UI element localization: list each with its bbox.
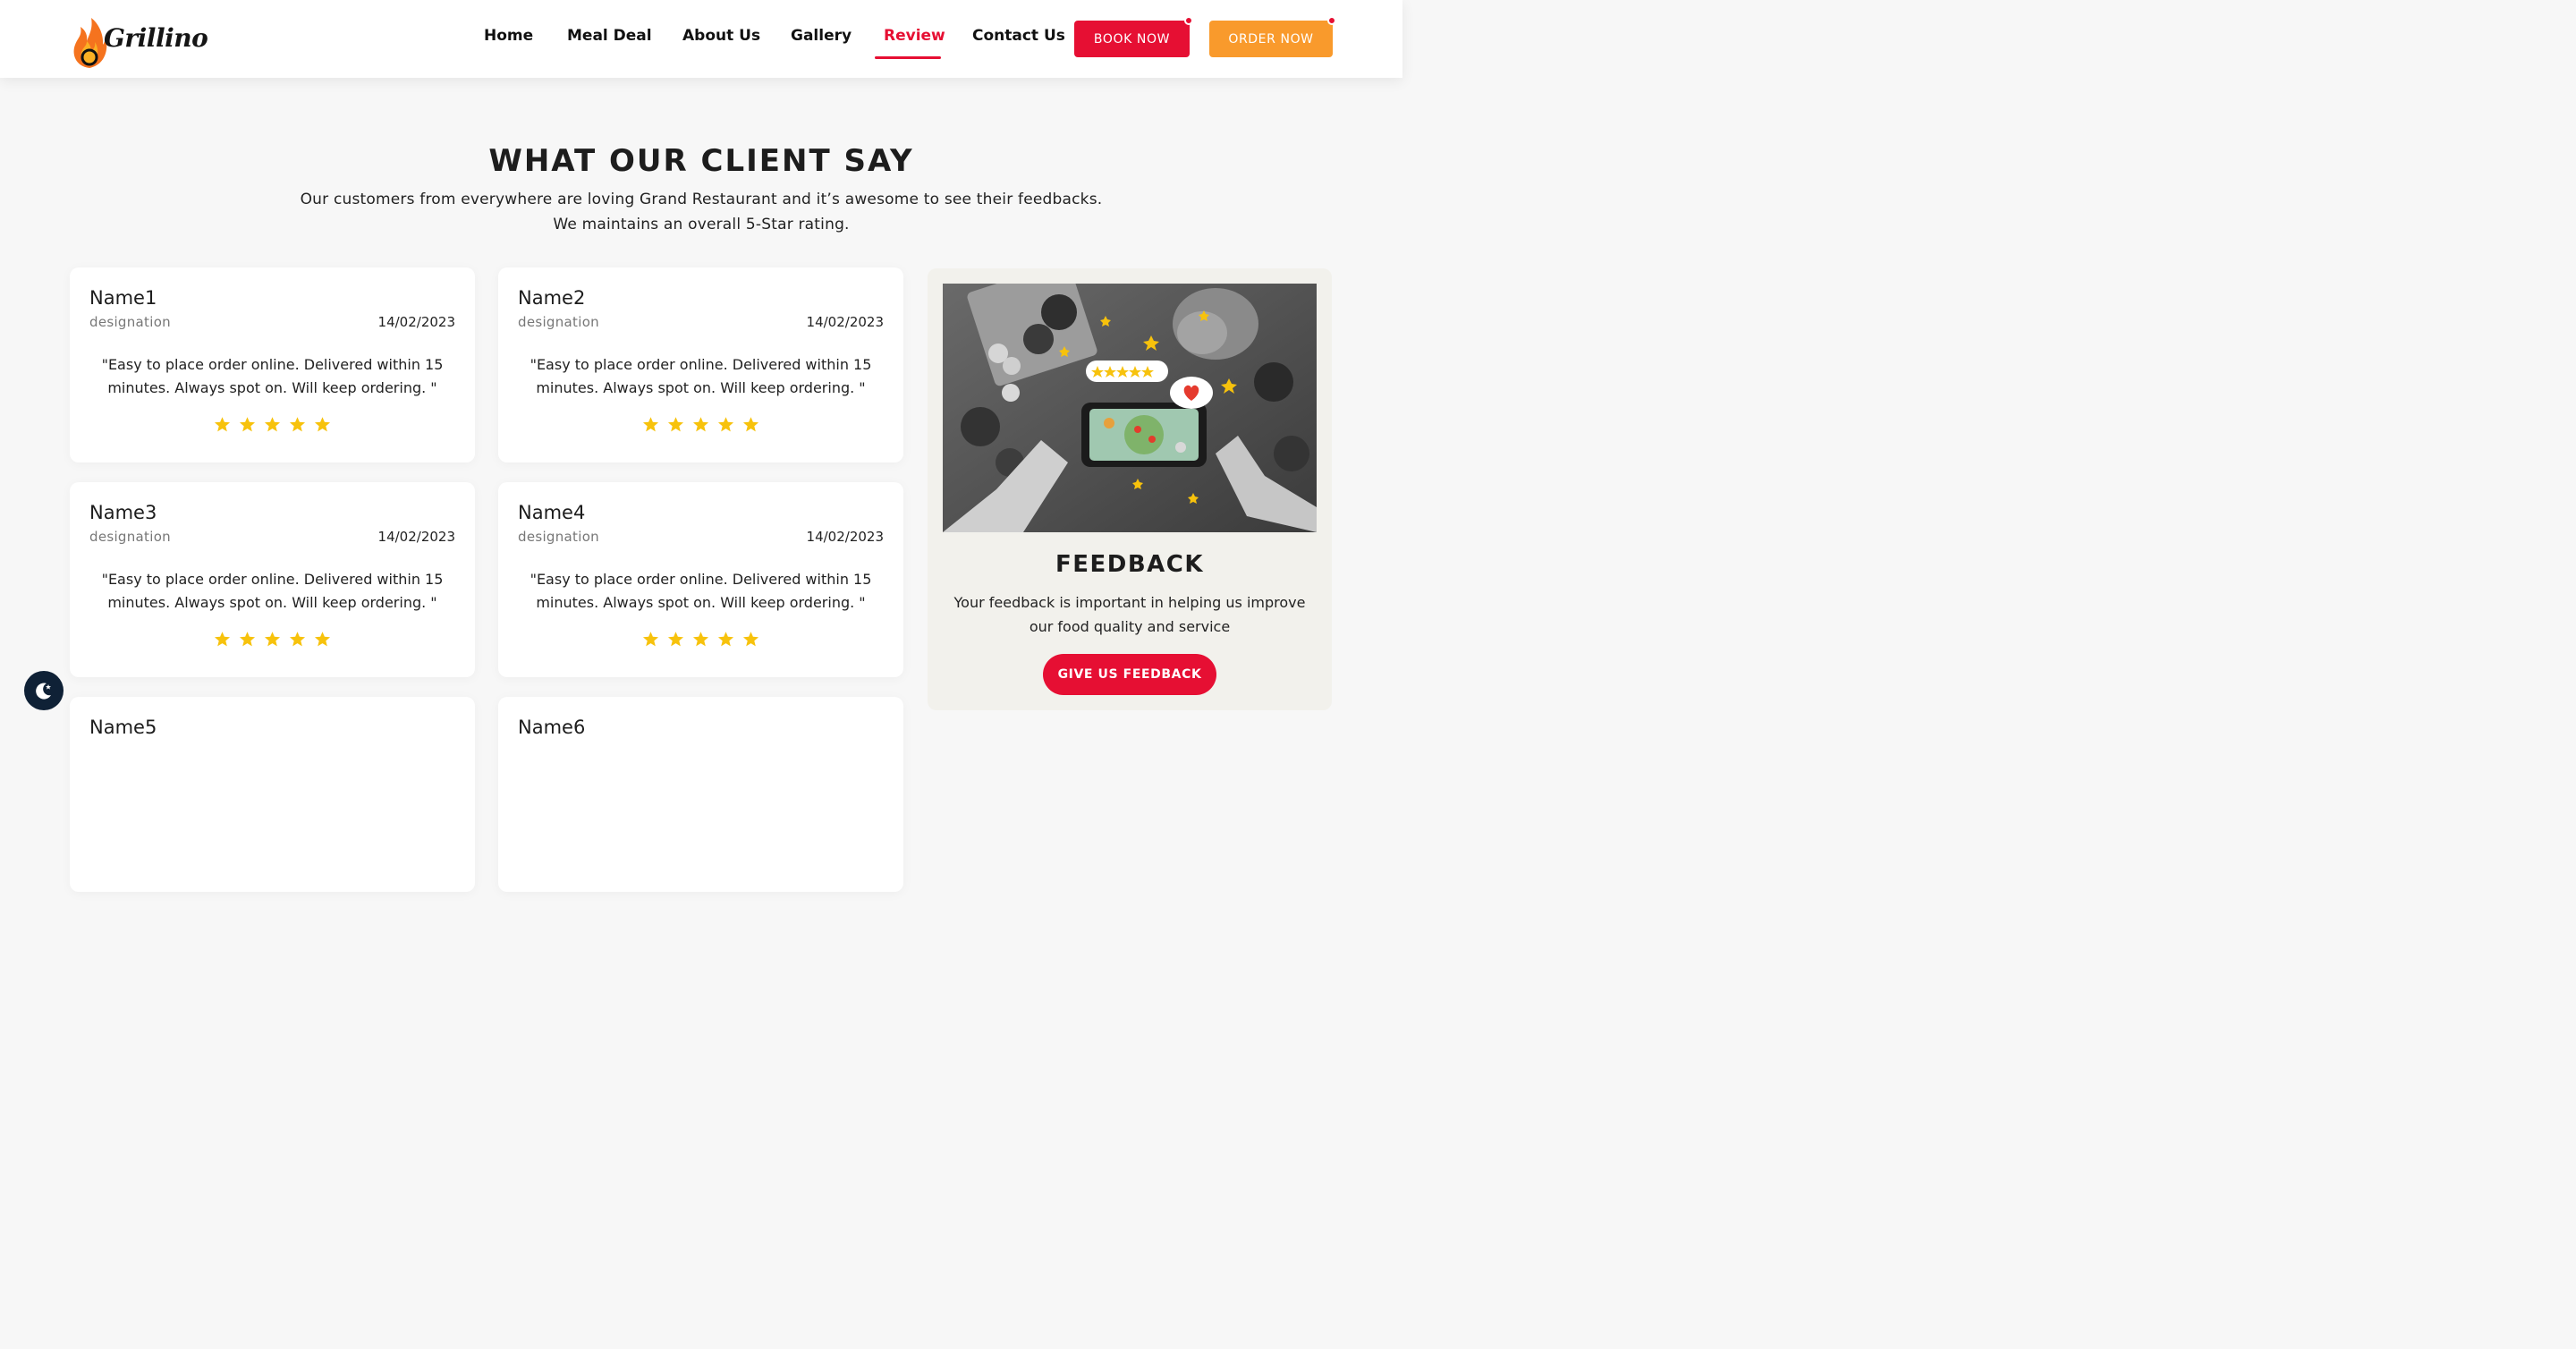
star-icon xyxy=(717,632,734,647)
review-text: "Easy to place order online. Delivered w… xyxy=(530,356,872,396)
star-icon xyxy=(264,632,281,647)
star-rating xyxy=(70,416,475,433)
review-date: 14/02/2023 xyxy=(377,529,455,545)
notification-dot xyxy=(1184,16,1193,25)
reviewer-designation: designation xyxy=(89,529,171,545)
star-rating xyxy=(70,631,475,648)
star-icon xyxy=(239,417,256,432)
brand-name: Grillino xyxy=(104,23,208,53)
star-icon xyxy=(214,417,231,432)
star-icon xyxy=(692,417,709,432)
active-nav-indicator xyxy=(875,56,941,59)
review-card: Name1 designation 14/02/2023 "Easy to pl… xyxy=(70,267,475,462)
feedback-panel: FEEDBACK Your feedback is important in h… xyxy=(928,268,1332,710)
reviewer-name: Name2 xyxy=(518,287,586,309)
star-icon xyxy=(742,417,759,432)
star-icon xyxy=(314,632,331,647)
star-icon xyxy=(717,417,734,432)
star-icon xyxy=(289,632,306,647)
feedback-text: Your feedback is important in helping us… xyxy=(953,594,1306,635)
logo[interactable]: Grillino xyxy=(70,9,208,70)
review-card: Name6 xyxy=(498,697,903,892)
star-icon xyxy=(692,632,709,647)
nav-contact-us[interactable]: Contact Us xyxy=(972,27,1065,45)
star-icon xyxy=(214,632,231,647)
reviewer-designation: designation xyxy=(518,314,599,330)
section-subtitle: We maintains an overall 5-Star rating. xyxy=(553,216,850,233)
order-now-button[interactable]: ORDER NOW xyxy=(1209,21,1333,57)
site-header: Grillino Home Meal Deal About Us Gallery… xyxy=(0,0,1402,78)
give-feedback-button[interactable]: GIVE US FEEDBACK xyxy=(1043,654,1216,695)
nav-review[interactable]: Review xyxy=(884,27,945,45)
review-text: "Easy to place order online. Delivered w… xyxy=(101,356,444,396)
star-icon xyxy=(667,417,684,432)
feedback-image xyxy=(943,284,1317,532)
star-icon xyxy=(742,632,759,647)
star-rating xyxy=(498,631,903,648)
star-icon xyxy=(642,632,659,647)
star-icon xyxy=(264,417,281,432)
reviewer-name: Name6 xyxy=(518,717,586,738)
nav-gallery[interactable]: Gallery xyxy=(791,27,852,45)
review-text: "Easy to place order online. Delivered w… xyxy=(101,571,444,611)
review-date: 14/02/2023 xyxy=(377,314,455,330)
star-icon xyxy=(289,417,306,432)
star-rating xyxy=(498,416,903,433)
feedback-title: FEEDBACK xyxy=(1055,551,1205,578)
review-card: Name4 designation 14/02/2023 "Easy to pl… xyxy=(498,482,903,677)
reviewer-name: Name3 xyxy=(89,502,157,523)
star-icon xyxy=(667,632,684,647)
reviewer-name: Name4 xyxy=(518,502,586,523)
review-card: Name5 xyxy=(70,697,475,892)
nav-home[interactable]: Home xyxy=(484,27,533,45)
star-icon xyxy=(314,417,331,432)
reviewer-designation: designation xyxy=(89,314,171,330)
review-card: Name3 designation 14/02/2023 "Easy to pl… xyxy=(70,482,475,677)
book-now-button[interactable]: BOOK NOW xyxy=(1074,21,1190,57)
star-icon xyxy=(239,632,256,647)
moon-icon xyxy=(36,683,51,700)
notification-dot xyxy=(1327,16,1336,25)
reviewer-name: Name1 xyxy=(89,287,157,309)
review-text: "Easy to place order online. Delivered w… xyxy=(530,571,872,611)
section-title: WHAT OUR CLIENT SAY xyxy=(488,143,914,179)
review-date: 14/02/2023 xyxy=(806,529,884,545)
star-icon xyxy=(642,417,659,432)
section-subtitle: Our customers from everywhere are loving… xyxy=(300,191,1103,208)
nav-meal-deal[interactable]: Meal Deal xyxy=(567,27,652,45)
review-card: Name2 designation 14/02/2023 "Easy to pl… xyxy=(498,267,903,462)
theme-toggle-button[interactable] xyxy=(24,671,64,710)
review-date: 14/02/2023 xyxy=(806,314,884,330)
nav-about-us[interactable]: About Us xyxy=(682,27,760,45)
reviewer-name: Name5 xyxy=(89,717,157,738)
reviewer-designation: designation xyxy=(518,529,599,545)
